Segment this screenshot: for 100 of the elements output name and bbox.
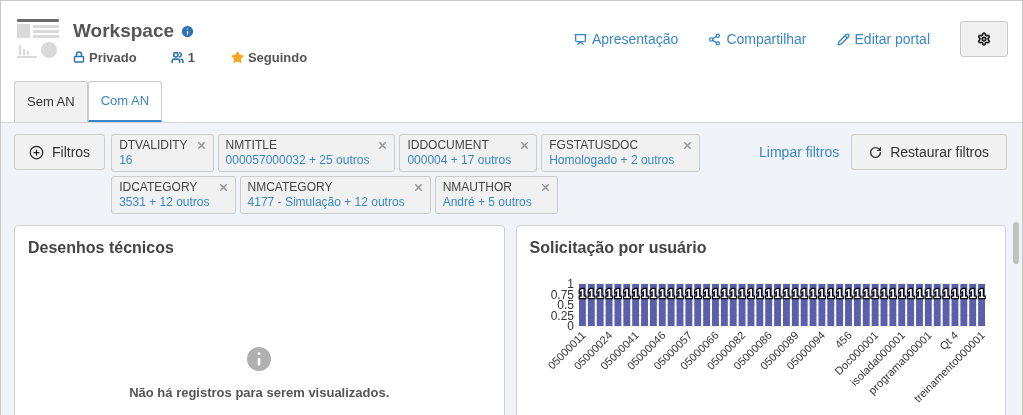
- filter-field-name: NMCATEGORY: [247, 180, 334, 195]
- data-label: 1: [614, 287, 621, 301]
- data-label: 1: [951, 287, 958, 301]
- star-icon: [230, 50, 244, 64]
- filter-field-name: FGSTATUSDOC: [549, 138, 640, 153]
- card-title: Desenhos técnicos: [28, 238, 174, 258]
- filter-value: 3531 + 12 outros: [119, 195, 210, 210]
- member-count: 1: [187, 48, 195, 67]
- data-label: 1: [809, 287, 816, 301]
- data-label: 1: [649, 287, 657, 301]
- filter-chip[interactable]: IDDOCUMENT 000004 + 17 outros: [399, 134, 538, 172]
- data-label: 1: [587, 287, 595, 301]
- header-link[interactable]: Editar portal: [836, 28, 930, 50]
- remove-filter-icon[interactable]: [682, 140, 694, 151]
- header-link[interactable]: Compartilhar: [708, 28, 807, 50]
- data-label: 1: [942, 287, 949, 301]
- data-label: 1: [800, 287, 807, 301]
- share-icon: [708, 32, 722, 46]
- presentation-icon: [573, 32, 587, 46]
- data-label: 1: [764, 287, 772, 301]
- data-label: 1: [631, 287, 639, 301]
- data-label: 1: [711, 287, 719, 301]
- restore-filters-button[interactable]: Restaurar filtros: [851, 134, 1007, 170]
- data-label: 1: [924, 287, 932, 301]
- data-label: 1: [889, 287, 896, 301]
- data-label: 1: [782, 287, 790, 301]
- clear-filters-link[interactable]: Limpar filtros: [759, 141, 840, 163]
- remove-filter-icon[interactable]: [539, 182, 551, 193]
- data-label: 1: [747, 287, 754, 301]
- card-title: Solicitação por usuário: [529, 238, 707, 258]
- axis-tick-label: 0: [566, 319, 574, 333]
- data-label: 1: [906, 287, 914, 301]
- data-label: 1: [871, 287, 878, 301]
- settings-button[interactable]: [960, 21, 1008, 57]
- filter-field-name: DTVALIDITY: [119, 138, 188, 153]
- data-label: 1: [693, 287, 701, 301]
- data-label: 1: [977, 287, 985, 301]
- filter-field-name: NMTITLE: [225, 138, 278, 153]
- filter-chip[interactable]: DTVALIDITY 16: [111, 134, 214, 172]
- remove-filter-icon[interactable]: [217, 182, 229, 193]
- remove-filter-icon[interactable]: [195, 140, 207, 151]
- data-label: 1: [702, 287, 710, 301]
- data-label: 1: [605, 287, 612, 301]
- data-label: 1: [667, 287, 674, 301]
- following-label: Seguindo: [247, 48, 308, 67]
- filter-chip[interactable]: NMTITLE 000057000032 + 25 outros: [217, 134, 396, 172]
- header-link[interactable]: Apresentação: [573, 28, 679, 50]
- filter-field-name: IDDOCUMENT: [407, 138, 490, 153]
- axis-tick-label: 0.5: [556, 298, 574, 312]
- scrollbar-thumb[interactable]: [1013, 222, 1019, 264]
- data-label: 1: [738, 287, 745, 301]
- filter-chip[interactable]: NMCATEGORY 4177 - Simulação + 12 outros: [239, 176, 431, 214]
- edit-icon: [836, 32, 850, 46]
- filter-chip[interactable]: IDCATEGORY 3531 + 12 outros: [111, 176, 236, 214]
- filter-chip[interactable]: NMAUTHOR André + 5 outros: [434, 176, 558, 214]
- filter-value: 16: [119, 153, 134, 168]
- filter-value: 000004 + 17 outros: [407, 153, 512, 168]
- data-label: 1: [720, 287, 728, 301]
- filter-value: André + 5 outros: [442, 195, 532, 210]
- data-label: 1: [897, 287, 905, 301]
- empty-state-message: Não há registros para serem visualizados.: [129, 384, 390, 402]
- filters-button[interactable]: Filtros: [14, 134, 106, 170]
- users-icon: [170, 50, 184, 64]
- data-label: 1: [658, 287, 666, 301]
- data-label: 1: [685, 287, 692, 301]
- data-label: 1: [578, 287, 586, 301]
- workspace-logo-icon: [17, 17, 59, 59]
- workspace-title: Workspace: [73, 19, 175, 43]
- data-label: 1: [756, 287, 763, 301]
- data-label: 1: [960, 287, 967, 301]
- data-label: 1: [968, 287, 976, 301]
- data-label: 1: [640, 287, 648, 301]
- tab[interactable]: Com AN: [87, 81, 163, 122]
- filter-field-name: NMAUTHOR: [442, 180, 513, 195]
- data-label: 1: [729, 287, 737, 301]
- restore-icon: [869, 145, 883, 159]
- info-icon[interactable]: [180, 23, 196, 39]
- data-label: 1: [773, 287, 781, 301]
- data-label: 1: [915, 287, 923, 301]
- remove-filter-icon[interactable]: [519, 140, 531, 151]
- lock-icon: [73, 51, 85, 64]
- filter-field-name: IDCATEGORY: [119, 180, 199, 195]
- data-label: 1: [676, 287, 683, 301]
- filter-value: 000057000032 + 25 outros: [225, 153, 370, 168]
- privacy-label: Privado: [89, 48, 137, 67]
- data-label: 1: [844, 287, 852, 301]
- data-label: 1: [862, 287, 870, 301]
- data-label: 1: [933, 287, 941, 301]
- remove-filter-icon[interactable]: [412, 182, 424, 193]
- axis-tick-label: 1: [566, 277, 574, 291]
- tab[interactable]: Sem AN: [14, 81, 88, 122]
- data-label: 1: [818, 287, 825, 301]
- data-label: 1: [622, 287, 630, 301]
- data-label: 1: [880, 287, 887, 301]
- plus-circle-icon: [29, 144, 44, 160]
- remove-filter-icon[interactable]: [377, 140, 389, 151]
- data-label: 1: [835, 287, 843, 301]
- data-label: 1: [791, 287, 799, 301]
- filter-value: 4177 - Simulação + 12 outros: [247, 195, 405, 210]
- filter-chip[interactable]: FGSTATUSDOC Homologado + 2 outros: [541, 134, 701, 172]
